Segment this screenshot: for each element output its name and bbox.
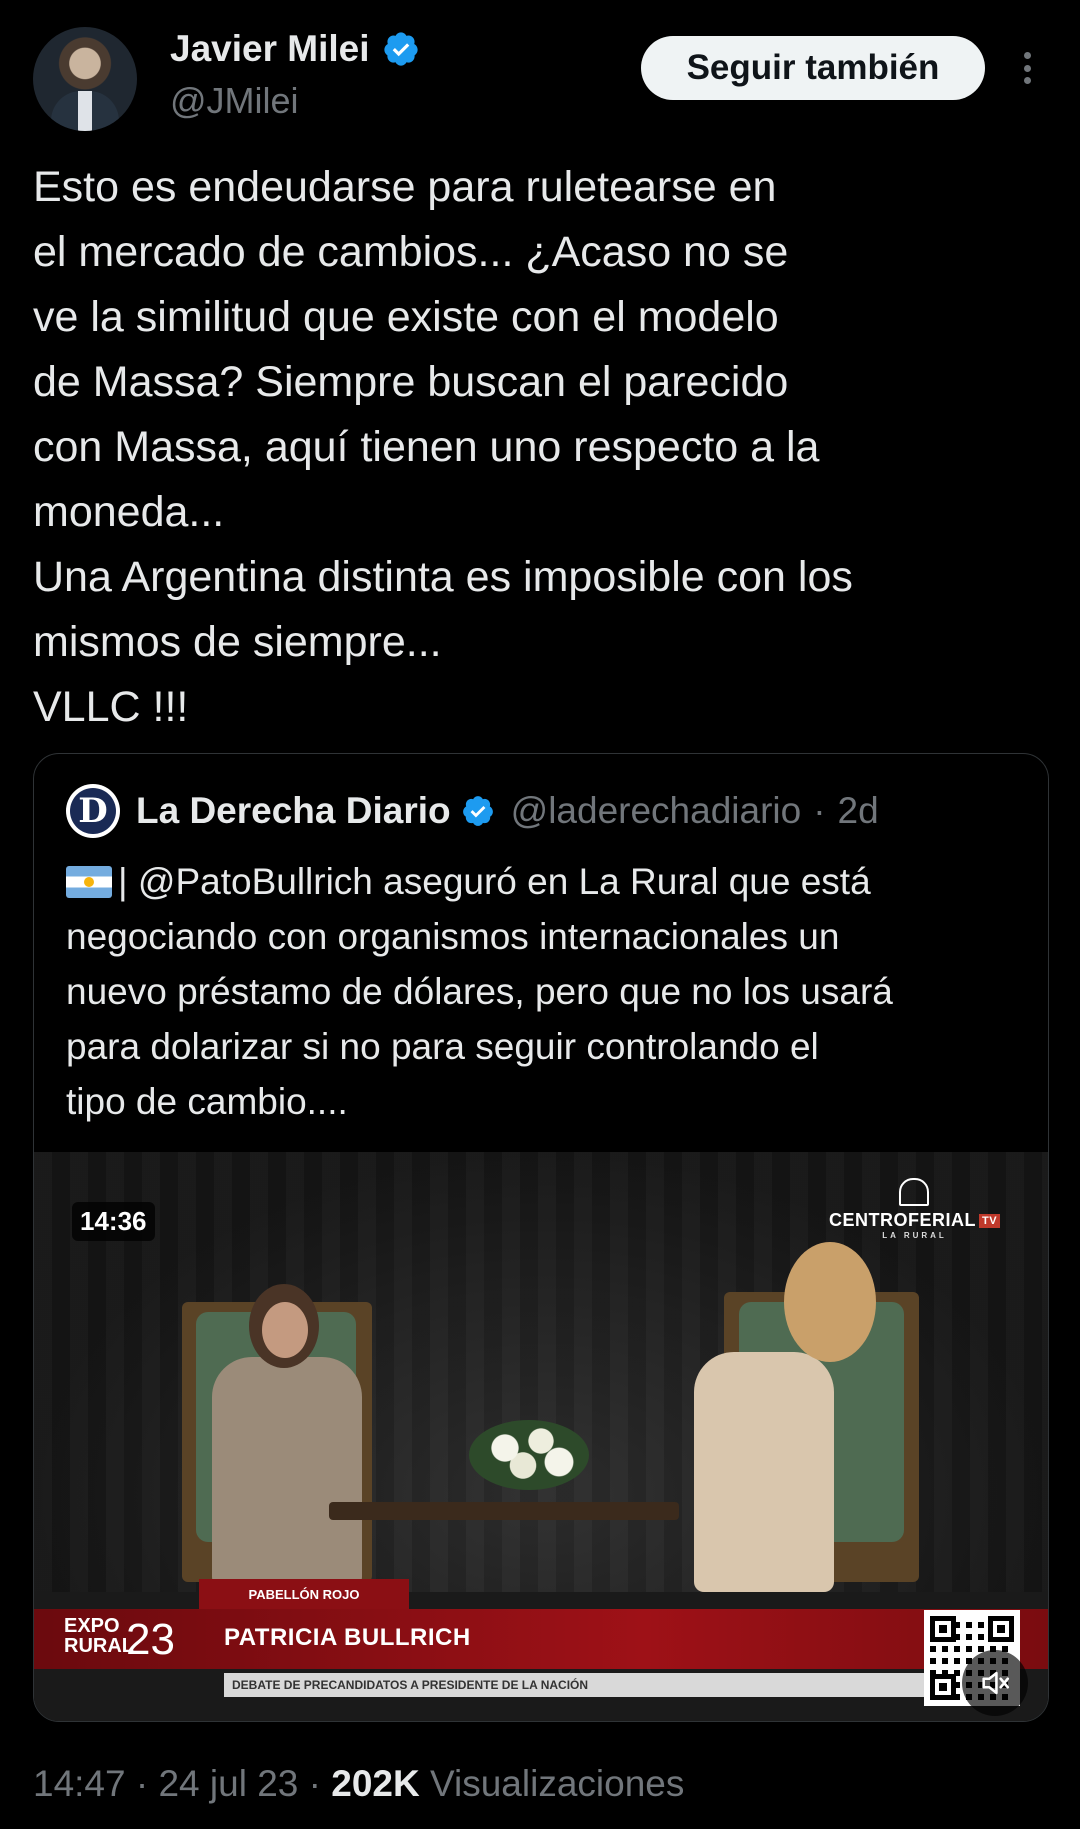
quoted-separator: · [813, 790, 826, 831]
lower-third-bar [34, 1609, 1048, 1669]
follow-button[interactable]: Seguir también [641, 36, 985, 100]
quoted-line: | @PatoBullrich aseguró en La Rural que … [66, 854, 1026, 909]
quoted-body: | @PatoBullrich aseguró en La Rural que … [66, 854, 1026, 1129]
right-person [694, 1352, 834, 1592]
author-avatar[interactable] [33, 27, 137, 131]
tweet-line: Esto es endeudarse para ruletearse en [33, 163, 777, 211]
left-person-face [262, 1302, 308, 1358]
footer-separator: · [135, 1763, 149, 1804]
more-dot [1023, 52, 1031, 59]
quoted-line: negociando con organismos internacionale… [66, 916, 840, 957]
views-label: Visualizaciones [430, 1763, 685, 1804]
tweet-line: VLLC !!! [33, 683, 189, 731]
quoted-avatar[interactable]: D [66, 784, 120, 838]
tweet-body: Esto es endeudarse para ruletearse en el… [33, 155, 1053, 740]
argentina-flag-icon [66, 866, 112, 898]
brand-main: CENTROFERIAL [829, 1210, 976, 1230]
tweet-header: Javier Milei @JMilei Seguir también [0, 0, 1080, 150]
expo-rural-logo: EXPO RURAL 23 [64, 1615, 175, 1662]
tweet-line: Una Argentina distinta es imposible con … [33, 553, 853, 601]
expo-year: 23 [126, 1615, 175, 1664]
avatar-shirt [78, 91, 92, 131]
tweet-time[interactable]: 14:47 [33, 1763, 126, 1804]
quoted-avatar-letter: D [70, 788, 116, 834]
speaker-name: PATRICIA BULLRICH [224, 1624, 471, 1651]
left-person [212, 1357, 362, 1587]
pabellon-label: PABELLÓN ROJO [199, 1579, 409, 1609]
flower-arrangement [469, 1420, 589, 1490]
more-dot [1023, 77, 1031, 84]
verified-badge-icon [462, 796, 493, 826]
quoted-line: nuevo préstamo de dólares, pero que no l… [66, 971, 893, 1012]
qr-corner [930, 1616, 956, 1642]
quoted-line: tipo de cambio.... [66, 1081, 348, 1122]
quoted-line: para dolarizar si no para seguir control… [66, 1026, 819, 1067]
author-name-row: Javier Milei [170, 28, 420, 70]
stage-table [329, 1502, 679, 1520]
tweet-line: con Massa, aquí tienen uno respecto a la [33, 423, 820, 471]
right-person-hair [784, 1242, 876, 1362]
tweet-date[interactable]: 24 jul 23 [158, 1763, 298, 1804]
more-vertical-icon[interactable] [1012, 46, 1042, 90]
more-dot [1023, 64, 1031, 72]
quoted-header: D La Derecha Diario @laderechadiario · 2… [66, 784, 879, 838]
brand-tv: TV [979, 1214, 1001, 1228]
centroferial-logo: CENTROFERIAL TV LA RURAL [829, 1178, 1001, 1240]
expo-line1: EXPO [64, 1615, 120, 1637]
dome-icon [899, 1178, 929, 1206]
tweet-line: de Massa? Siempre buscan el parecido [33, 358, 789, 406]
author-handle[interactable]: @JMilei [170, 80, 299, 122]
debate-ticker: DEBATE DE PRECANDIDATOS A PRESIDENTE DE … [224, 1673, 964, 1697]
footer-separator: · [308, 1763, 321, 1804]
qr-corner [930, 1674, 956, 1700]
author-name[interactable]: Javier Milei [170, 28, 370, 70]
qr-corner [988, 1616, 1014, 1642]
tweet-line: el mercado de cambios... ¿Acaso no se [33, 228, 789, 276]
expo-line2: RURAL [64, 1635, 134, 1657]
verified-badge-icon [383, 32, 418, 66]
brand-sub: LA RURAL [882, 1231, 947, 1240]
tweet-line: ve la similitud que existe con el modelo [33, 293, 779, 341]
view-count[interactable]: 202K [331, 1763, 419, 1804]
tweet-footer: 14:47 · 24 jul 23 · 202K Visualizaciones [33, 1763, 684, 1805]
tweet-line: mismos de siempre... [33, 618, 442, 666]
muted-speaker-icon[interactable] [962, 1650, 1028, 1716]
video-player[interactable]: 14:36 CENTROFERIAL TV LA RURAL PABELLÓN R… [34, 1152, 1048, 1721]
video-timestamp: 14:36 [72, 1202, 155, 1241]
quoted-author-name[interactable]: La Derecha Diario [136, 790, 451, 832]
quoted-tweet[interactable]: D La Derecha Diario @laderechadiario · 2… [33, 753, 1049, 1722]
quoted-age[interactable]: 2d [838, 790, 879, 832]
tweet-line: moneda... [33, 488, 225, 536]
mute-glyph [982, 1671, 1010, 1695]
quoted-handle[interactable]: @laderechadiario [511, 790, 802, 832]
quoted-line-first: | @PatoBullrich aseguró en La Rural que … [118, 861, 871, 902]
